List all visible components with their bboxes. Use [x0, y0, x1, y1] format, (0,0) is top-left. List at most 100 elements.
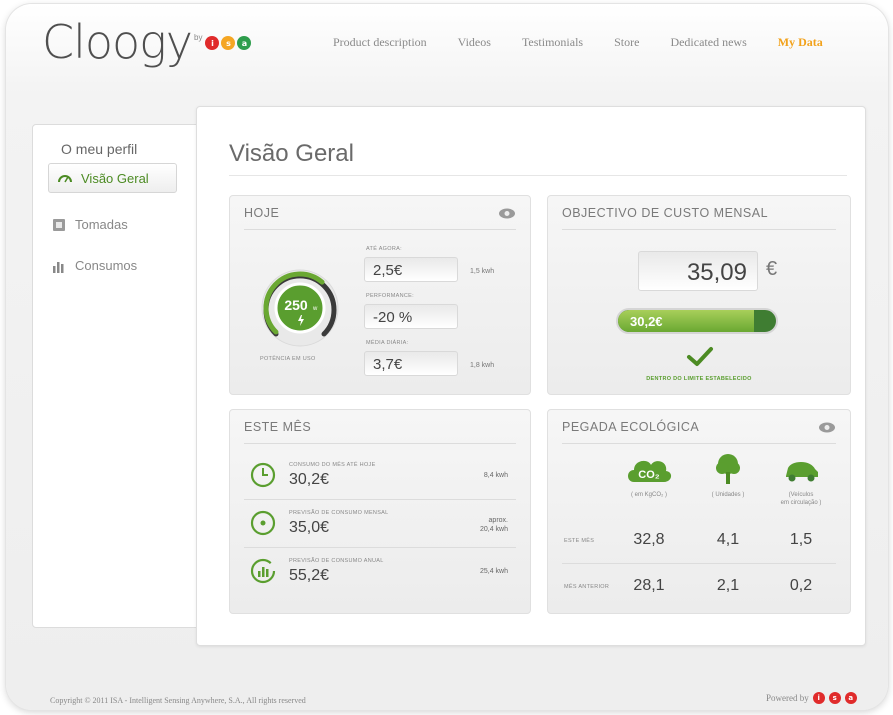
sidebar-item-visao-geral[interactable]: Visão Geral — [48, 163, 177, 193]
eco-column-co2: CO₂ ( em KgCO₂ ) — [614, 452, 684, 499]
check-icon — [687, 347, 713, 366]
row-value: 30,2€ — [289, 471, 330, 488]
powered-by-text: Powered by — [766, 693, 809, 703]
annual-chart-icon — [250, 558, 276, 584]
sidebar-item-label: Tomadas — [75, 217, 128, 232]
eco-column-cars: (Veículos em circulação ) — [766, 452, 836, 507]
field-performance: -20 % — [364, 304, 458, 329]
row-kwh-value: 20,4 kwh — [479, 526, 508, 533]
nav-testimonials[interactable]: Testimonials — [522, 35, 583, 50]
tree-icon — [716, 454, 740, 484]
footer-dot-i: i — [812, 692, 825, 704]
field-ate-agora: 2,5€ — [364, 257, 458, 282]
footer-dot-a: a — [844, 692, 857, 704]
nav-videos[interactable]: Videos — [458, 35, 491, 50]
sidebar-item-label: Consumos — [75, 258, 138, 273]
logo-by: by — [194, 33, 203, 42]
row-value: 55,2€ — [289, 567, 330, 584]
card-title: PEGADA ECOLÓGICA — [562, 420, 700, 434]
field-side-media-diaria: 1,8 kwh — [470, 362, 495, 369]
table-row: ESTE MÊS 32,8 4,1 1,5 — [562, 518, 836, 564]
logo-text: Cloogy — [42, 15, 193, 69]
row-kwh-note: aprox. — [488, 517, 508, 524]
card-header: HOJE — [244, 206, 516, 230]
isa-dot-a: a — [237, 36, 252, 50]
cell-trees: 2,1 — [716, 577, 740, 594]
nav-dedicated-news[interactable]: Dedicated news — [670, 35, 746, 50]
co2-cloud-icon: CO₂ — [628, 460, 672, 482]
row-label: MÊS ANTERIOR — [564, 584, 610, 590]
power-gauge: 250 w — [261, 269, 339, 347]
nav-product-description[interactable]: Product description — [333, 35, 427, 50]
sidebar-title: O meu perfil — [61, 141, 138, 157]
row-value: 35,0€ — [289, 519, 330, 536]
footer-dot-s: s — [828, 692, 841, 704]
copyright: Copyright © 2011 ISA - Intelligent Sensi… — [50, 696, 306, 705]
row-label: ESTE MÊS — [564, 538, 595, 544]
cost-status: DENTRO DO LIMITE ESTABELECIDO — [646, 376, 752, 382]
table-row: MÊS ANTERIOR 28,1 2,1 0,2 — [562, 564, 836, 610]
powered-by[interactable]: Powered by i s a — [766, 692, 857, 704]
card-title: ESTE MÊS — [244, 420, 312, 434]
card-header: OBJECTIVO DE CUSTO MENSAL — [562, 206, 836, 230]
card-title: OBJECTIVO DE CUSTO MENSAL — [562, 206, 769, 220]
currency-symbol: € — [766, 258, 778, 280]
socket-icon — [53, 218, 65, 231]
sidebar: O meu perfil Visão Geral Tomadas Consumo… — [32, 124, 207, 628]
gauge-caption: POTÊNCIA EM USO — [260, 356, 316, 362]
card-title: HOJE — [244, 206, 280, 220]
gauge-icon — [58, 175, 72, 183]
eco-sub: ( Unidades ) — [711, 492, 745, 498]
field-label-ate-agora: ATÉ AGORA: — [366, 246, 402, 252]
cell-trees: 4,1 — [716, 531, 740, 548]
row-label: PREVISÃO DE CONSUMO MENSAL — [289, 510, 389, 516]
eco-sub: (Veículos — [788, 492, 814, 498]
card-pegada-ecologica: PEGADA ECOLÓGICA CO₂ ( em KgCO₂ ) (Unid… — [547, 409, 851, 614]
page-title: Visão Geral — [229, 140, 354, 167]
sidebar-item-label: Visão Geral — [81, 170, 149, 186]
row-kwh-value: 25,4 kwh — [479, 568, 508, 575]
sidebar-item-tomadas[interactable]: Tomadas — [51, 217, 128, 232]
cell-co2: 28,1 — [633, 577, 665, 594]
row-kwh: 25,4 kwh — [480, 567, 508, 576]
cell-cars: 1,5 — [789, 531, 813, 548]
top-nav: Product description Videos Testimonials … — [333, 35, 823, 50]
isa-logo: i s a — [205, 36, 252, 50]
card-este-mes: ESTE MÊS CONSUMO DO MÊS ATÉ HOJE 30,2€ 8… — [229, 409, 531, 614]
list-item: PREVISÃO DE CONSUMO MENSAL 35,0€ aprox. … — [244, 500, 516, 548]
main-panel: Visão Geral HOJE 250 w POTÊNCIA EM USO A… — [196, 106, 866, 646]
eco-sub: ( em KgCO₂ ) — [631, 492, 667, 498]
card-hoje: HOJE 250 w POTÊNCIA EM USO ATÉ AGORA: 2,… — [229, 195, 531, 395]
nav-store[interactable]: Store — [614, 35, 639, 50]
app-frame: Cloogy by i s a Product description Vide… — [6, 4, 888, 710]
gauge-unit: w — [312, 306, 318, 312]
field-label-performance: PERFORMANCE: — [366, 293, 414, 299]
cost-progress-bar: 30,2€ — [616, 308, 778, 334]
bar-chart-icon — [53, 261, 64, 273]
eye-icon[interactable] — [818, 422, 836, 433]
cloogy-logo[interactable]: Cloogy by i s a — [42, 12, 252, 72]
cost-progress-label: 30,2€ — [630, 314, 663, 329]
row-kwh: 8,4 kwh — [484, 471, 508, 480]
eco-sub: em circulação ) — [780, 500, 822, 506]
nav-my-data[interactable]: My Data — [778, 35, 823, 50]
target-cost-field[interactable]: 35,09 — [638, 251, 758, 291]
card-header: PEGADA ECOLÓGICA — [562, 420, 836, 444]
sidebar-item-consumos[interactable]: Consumos — [51, 258, 137, 273]
isa-dot-i: i — [205, 36, 220, 50]
row-kwh-value: 8,4 kwh — [483, 472, 508, 479]
gauge-value: 250 — [284, 297, 308, 313]
list-item: CONSUMO DO MÊS ATÉ HOJE 30,2€ 8,4 kwh — [244, 452, 516, 500]
isa-dot-s: s — [221, 36, 236, 50]
title-divider — [229, 175, 847, 176]
cell-co2: 32,8 — [633, 531, 665, 548]
target-icon — [250, 510, 276, 536]
card-header: ESTE MÊS — [244, 420, 516, 444]
co2-badge: CO₂ — [638, 469, 660, 481]
field-label-media-diaria: MÉDIA DIÁRIA: — [366, 340, 409, 346]
car-icon — [786, 462, 818, 482]
list-item: PREVISÃO DE CONSUMO ANUAL 55,2€ 25,4 kwh — [244, 548, 516, 596]
card-objectivo: OBJECTIVO DE CUSTO MENSAL 35,09 € 30,2€ … — [547, 195, 851, 395]
row-label: PREVISÃO DE CONSUMO ANUAL — [289, 558, 384, 564]
eye-icon[interactable] — [498, 208, 516, 219]
